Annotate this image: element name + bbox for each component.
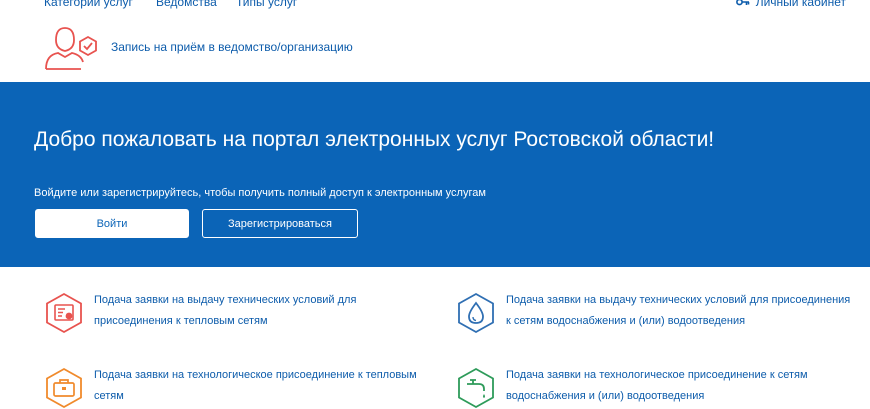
service-label: Подача заявки на технологическое присоед… <box>506 369 808 402</box>
service-item-heat-technical-conditions[interactable]: Подача заявки на выдачу технических усло… <box>44 292 424 334</box>
service-label: Подача заявки на выдачу технических усло… <box>506 294 851 327</box>
appointment-link[interactable]: Запись на приём в ведомство/организацию <box>43 24 353 70</box>
service-item-water-technical-conditions[interactable]: Подача заявки на выдачу технических усло… <box>456 292 856 334</box>
account-link[interactable]: Личный кабинет <box>735 0 846 9</box>
water-tap-icon <box>458 367 494 409</box>
nav-link-departments[interactable]: Ведомства <box>156 0 217 9</box>
top-navigation: Категории услуг Ведомства Типы услуг Лич… <box>0 0 870 11</box>
account-label: Личный кабинет <box>755 0 846 9</box>
service-label: Подача заявки на технологическое присоед… <box>94 369 417 402</box>
service-item-water-connection[interactable]: Подача заявки на технологическое присоед… <box>456 367 856 409</box>
login-button[interactable]: Войти <box>35 209 189 238</box>
nav-link-service-types[interactable]: Типы услуг <box>236 0 297 9</box>
service-label: Подача заявки на выдачу технических усло… <box>94 294 357 327</box>
person-check-icon <box>45 27 97 70</box>
register-button[interactable]: Зарегистрироваться <box>202 209 358 238</box>
briefcase-icon <box>46 367 82 409</box>
key-icon <box>735 0 750 6</box>
appointment-label: Запись на приём в ведомство/организацию <box>111 40 353 54</box>
water-drop-icon <box>458 292 494 334</box>
document-certificate-icon <box>46 292 82 334</box>
welcome-banner: Добро пожаловать на портал электронных у… <box>0 82 870 267</box>
welcome-title: Добро пожаловать на портал электронных у… <box>34 128 715 151</box>
service-item-heat-connection[interactable]: Подача заявки на технологическое присоед… <box>44 367 444 409</box>
nav-link-categories[interactable]: Категории услуг <box>44 0 133 9</box>
welcome-subtitle: Войдите или зарегистрируйтесь, чтобы пол… <box>34 187 486 199</box>
